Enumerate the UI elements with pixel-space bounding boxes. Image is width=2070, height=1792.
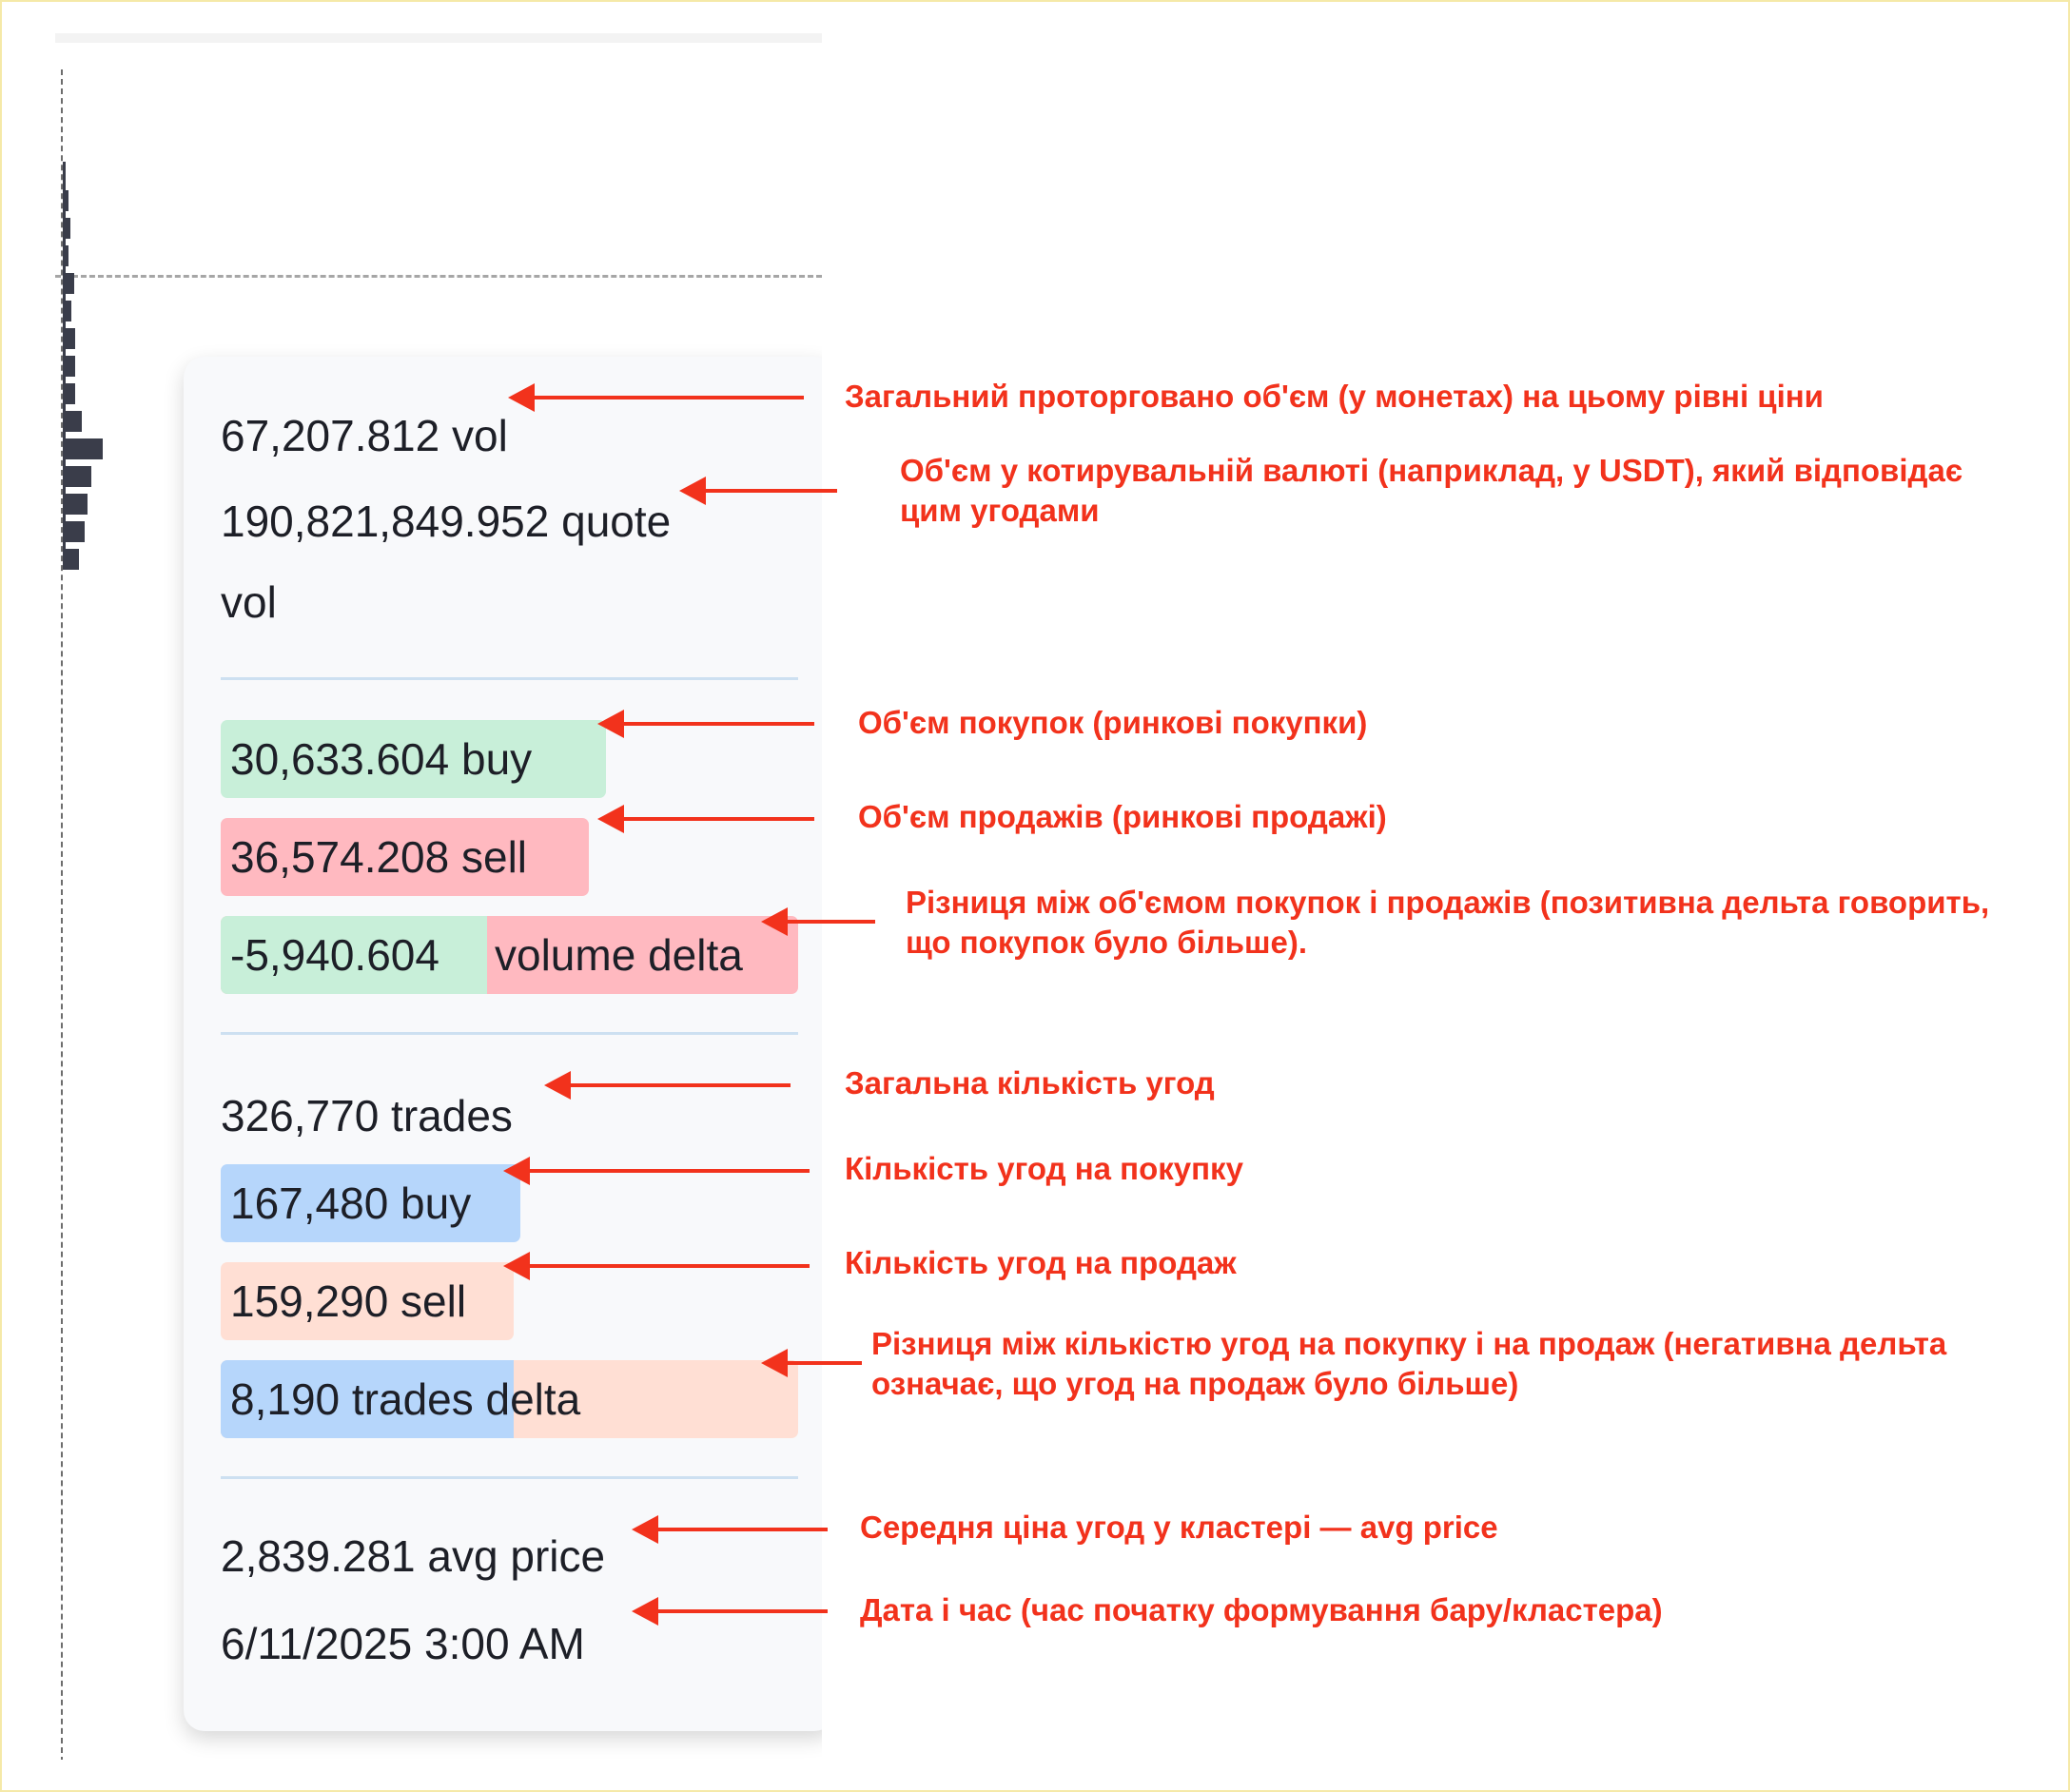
volume-profile-bar [63, 356, 75, 377]
annotation-arrow [632, 1515, 828, 1544]
separator [221, 1032, 798, 1035]
volume-delta-value: -5,940.604 [230, 930, 439, 980]
buy-volume: 30,633.604 buy [230, 734, 533, 784]
annotation-trades-delta-line2: означає, що угод на продаж було більше) [871, 1366, 1519, 1401]
annotation-buy-volume: Об'єм покупок (ринкові покупки) [858, 705, 1368, 740]
trades-delta: 8,190 trades delta [230, 1374, 581, 1424]
volume-profile-bar [63, 273, 74, 294]
volume-profile-bar [63, 383, 75, 404]
trades-delta-badge: 8,190 trades delta [221, 1360, 798, 1438]
bar-datetime: 6/11/2025 3:00 AM [221, 1619, 585, 1668]
sell-trades-badge: 159,290 sell [221, 1262, 514, 1340]
volume-profile-bar [63, 190, 68, 211]
annotation-arrow [503, 1157, 810, 1185]
volume-profile-bar [63, 328, 75, 349]
annotation-arrow [597, 805, 814, 833]
sell-volume-badge: 36,574.208 sell [221, 818, 589, 896]
annotation-quote-volume-line1: Об'єм у котирувальній валюті (наприклад,… [900, 453, 1963, 488]
annotation-arrow [761, 907, 875, 936]
total-volume: 67,207.812 vol [221, 411, 508, 460]
chart-area: 67,207.812 vol 190,821,849.952 quote vol… [55, 33, 822, 1760]
quote-volume-unit: vol [221, 577, 277, 627]
separator [221, 1476, 798, 1479]
sell-volume: 36,574.208 sell [230, 832, 528, 882]
buy-trades-badge: 167,480 buy [221, 1164, 520, 1242]
volume-delta-label: volume delta [495, 930, 743, 980]
annotation-arrow [679, 477, 837, 505]
annotation-arrow [508, 383, 804, 412]
annotation-trades-delta-line1: Різниця між кількістю угод на покупку і … [871, 1326, 1947, 1361]
volume-profile-bar [63, 301, 71, 321]
volume-profile-bar [63, 438, 103, 459]
annotation-datetime: Дата і час (час початку формування бару/… [860, 1592, 1663, 1627]
annotation-arrow [544, 1071, 791, 1100]
annotation-total-volume: Загальний проторговано об'єм (у монетах)… [845, 379, 1824, 414]
cluster-tooltip: 67,207.812 vol 190,821,849.952 quote vol… [184, 357, 822, 1731]
trades-count: 326,770 trades [221, 1091, 513, 1140]
annotation-volume-delta-line1: Різниця між об'ємом покупок і продажів (… [906, 885, 1990, 920]
annotation-arrow [597, 710, 814, 738]
volume-profile-bar [63, 521, 85, 542]
volume-profile-bar [63, 549, 79, 570]
annotation-trades: Загальна кількість угод [845, 1065, 1215, 1101]
volume-delta-badge: -5,940.604 volume delta [221, 916, 798, 994]
volume-profile-bar [63, 218, 70, 239]
annotation-average-price: Середня ціна угод у кластері — avg price [860, 1510, 1498, 1545]
annotation-sell-trades: Кількість угод на продаж [845, 1245, 1237, 1280]
volume-profile-bar [63, 466, 91, 487]
separator [221, 677, 798, 680]
annotation-arrow [761, 1349, 862, 1377]
annotation-sell-volume: Об'єм продажів (ринкові продажі) [858, 799, 1387, 834]
annotation-quote-volume-line2: цим угодами [900, 493, 1100, 528]
average-price: 2,839.281 avg price [221, 1531, 606, 1581]
annotation-arrow [503, 1252, 810, 1280]
buy-trades: 167,480 buy [230, 1178, 472, 1228]
annotation-buy-trades: Кількість угод на покупку [845, 1151, 1243, 1186]
volume-profile-bar [63, 245, 68, 266]
crosshair-horizontal-line [55, 275, 822, 278]
volume-profile-bar [63, 494, 88, 515]
annotation-arrow [632, 1597, 828, 1626]
annotation-volume-delta-line2: що покупок було більше). [906, 925, 1308, 960]
quote-volume: 190,821,849.952 quote [221, 497, 672, 546]
sell-trades: 159,290 sell [230, 1276, 467, 1326]
buy-volume-badge: 30,633.604 buy [221, 720, 606, 798]
volume-profile-bar [63, 411, 82, 432]
chart-top-strip [55, 33, 822, 43]
